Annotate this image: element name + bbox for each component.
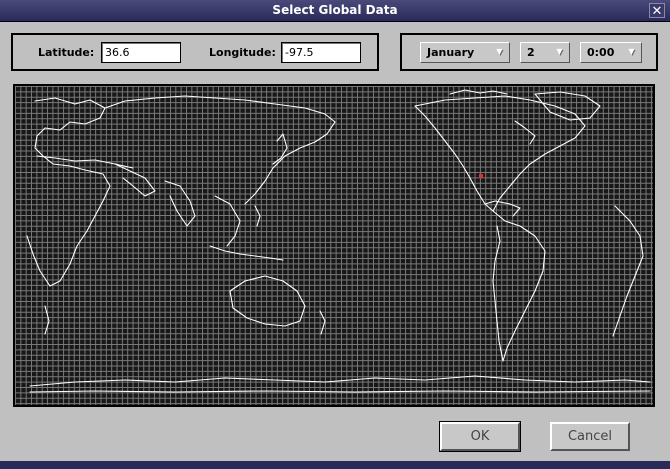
date-panel: January ▼ 2 ▼ 0:00 ▼	[400, 33, 658, 71]
close-icon[interactable]: ✕	[649, 3, 665, 19]
coastline-arctic-islands	[449, 89, 508, 95]
coordinates-panel: Latitude: 36.6 Longitude: -97.5	[11, 33, 379, 71]
window-title: Select Global Data	[272, 3, 398, 17]
coastline-south-america	[492, 210, 546, 362]
coastline-europe-africa	[26, 97, 111, 287]
title-bar[interactable]: Select Global Data ✕	[0, 0, 670, 22]
coastline-asia-north	[104, 95, 336, 123]
ok-button[interactable]: OK	[440, 422, 520, 451]
time-select[interactable]: 0:00 ▼	[580, 42, 642, 63]
coastline-greenland	[534, 91, 601, 121]
coastline-arabia	[114, 163, 156, 197]
month-select[interactable]: January ▼	[420, 42, 510, 63]
window-bottom-edge	[0, 461, 670, 469]
coastline-africa-east	[612, 205, 644, 337]
latitude-field[interactable]: 36.6	[101, 42, 181, 63]
coastline-asia-east	[244, 121, 336, 205]
world-map[interactable]	[13, 84, 655, 407]
cancel-button[interactable]: Cancel	[550, 422, 630, 451]
coastline-india	[164, 180, 196, 227]
coastline-new-zealand	[319, 310, 326, 335]
coastline-antarctica-south	[29, 390, 651, 393]
chevron-down-icon: ▼	[496, 47, 503, 56]
coastline-japan	[272, 133, 288, 165]
coastline-antarctica	[29, 375, 651, 387]
longitude-label: Longitude:	[209, 46, 276, 59]
coastline-hudson	[514, 120, 536, 145]
coastline-australia	[229, 275, 306, 327]
chevron-down-icon: ▼	[628, 47, 635, 56]
coastline-south-america-west	[492, 225, 504, 362]
longitude-field[interactable]: -97.5	[281, 42, 361, 63]
coastline-west-coast	[414, 105, 494, 212]
coastline-layer	[26, 89, 651, 393]
month-value: January	[427, 46, 475, 59]
time-value: 0:00	[587, 46, 615, 59]
coastline-north-america	[414, 95, 586, 212]
coastline-indonesia	[209, 245, 284, 261]
chevron-down-icon: ▼	[556, 47, 563, 56]
coastline-madagascar	[44, 305, 50, 335]
location-marker	[479, 174, 483, 178]
coastline-southeast-asia	[214, 195, 241, 247]
coastline-philippines	[254, 205, 261, 227]
day-value: 2	[527, 46, 535, 59]
day-select[interactable]: 2 ▼	[520, 42, 570, 63]
latitude-label: Latitude:	[38, 46, 95, 59]
